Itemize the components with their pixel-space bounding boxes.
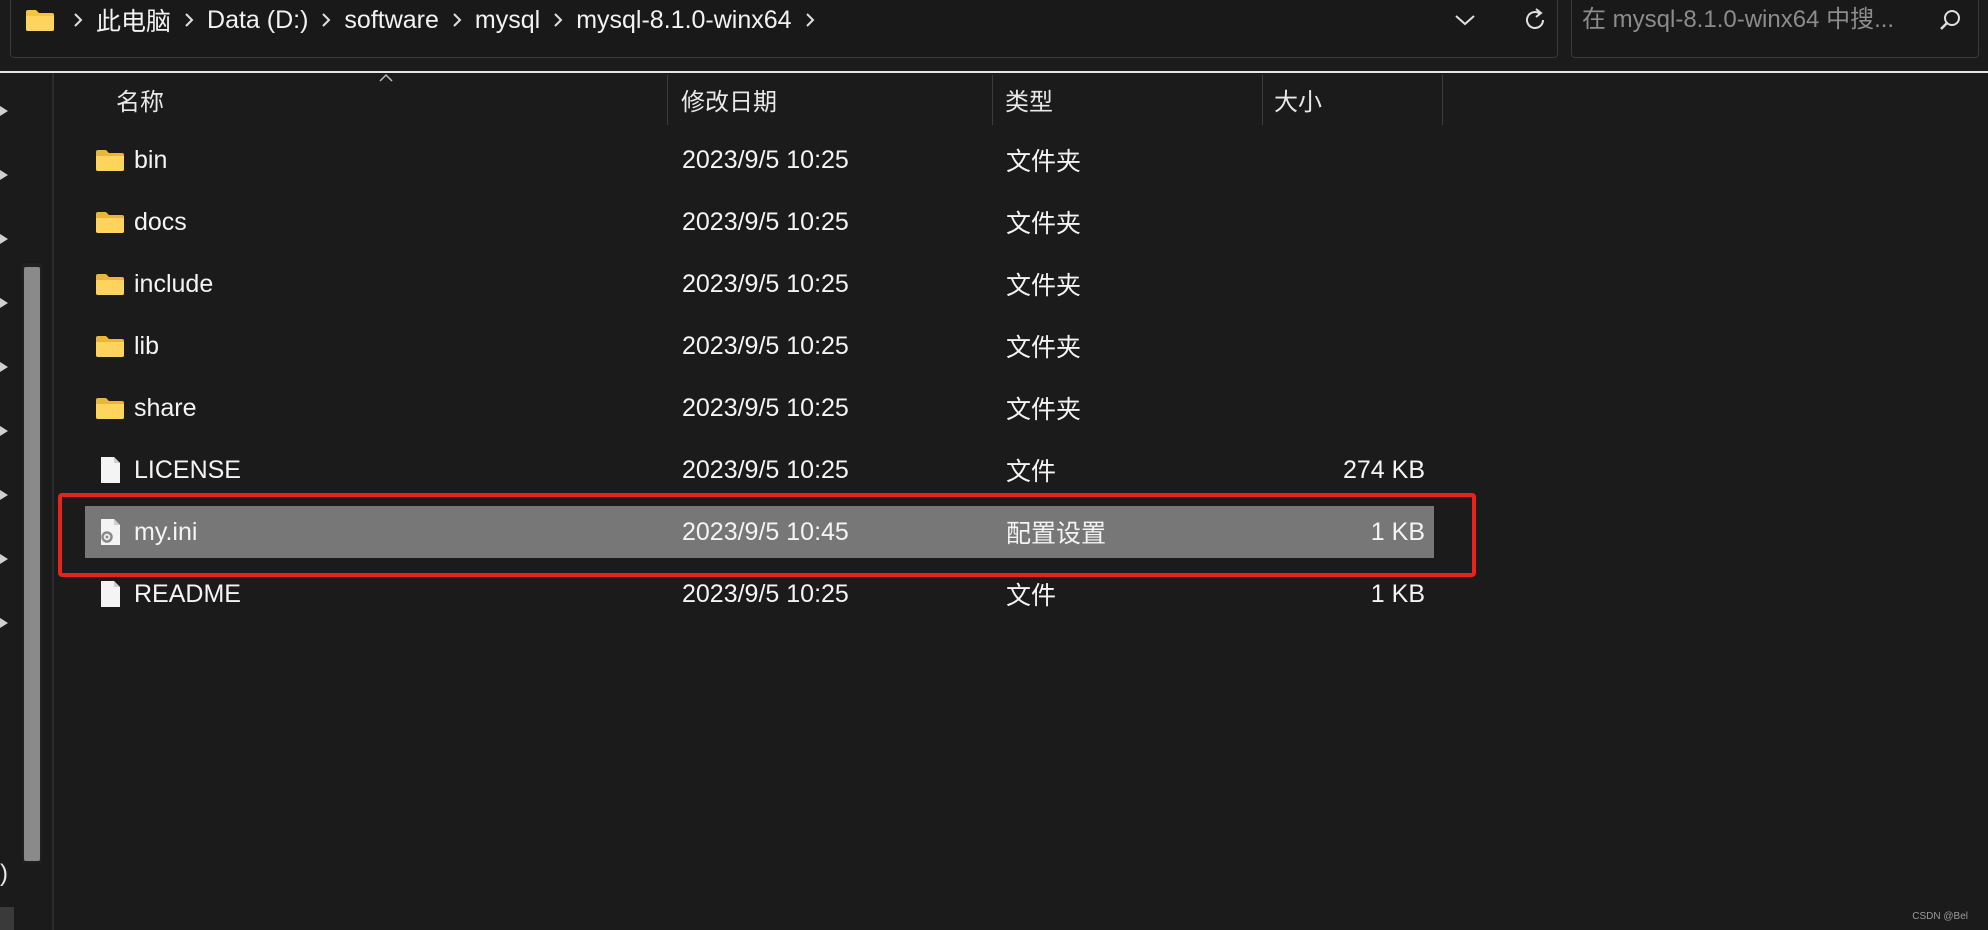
list-item[interactable]: docs 2023/9/5 10:25 文件夹 bbox=[85, 196, 1434, 248]
file-name: include bbox=[134, 269, 214, 298]
folder-icon bbox=[96, 274, 124, 295]
highlight-annotation-box bbox=[58, 493, 1476, 577]
breadcrumb-item-mysql[interactable]: mysql bbox=[470, 6, 545, 35]
column-header-name[interactable]: 名称 bbox=[116, 73, 716, 125]
address-bar[interactable]: 此电脑 Data (D:) software mysql mysql-8.1.0… bbox=[10, 0, 1558, 58]
chevron-down-icon bbox=[1455, 15, 1475, 26]
search-box[interactable] bbox=[1571, 0, 1979, 58]
file-modified: 2023/9/5 10:25 bbox=[682, 455, 849, 484]
nav-item-label[interactable]: ) bbox=[0, 860, 8, 888]
file-size bbox=[1265, 320, 1425, 372]
nav-expand-arrow-icon[interactable] bbox=[0, 103, 12, 119]
nav-expand-arrow-icon[interactable] bbox=[0, 167, 12, 183]
list-item[interactable]: include 2023/9/5 10:25 文件夹 bbox=[85, 258, 1434, 310]
nav-expand-arrow-icon[interactable] bbox=[0, 359, 12, 375]
refresh-button[interactable] bbox=[1511, 0, 1559, 40]
folder-icon bbox=[96, 398, 124, 419]
column-header-type[interactable]: 类型 bbox=[1005, 73, 1265, 125]
chevron-right-icon[interactable] bbox=[65, 4, 91, 36]
file-size bbox=[1265, 134, 1425, 186]
nav-expand-arrow-icon[interactable] bbox=[0, 615, 12, 631]
file-name: bin bbox=[134, 145, 168, 174]
address-history-button[interactable] bbox=[1441, 2, 1489, 38]
search-input[interactable] bbox=[1582, 2, 1922, 38]
chevron-right-icon[interactable] bbox=[444, 4, 470, 36]
file-name: LICENSE bbox=[134, 455, 241, 484]
breadcrumb-item-mysql-folder[interactable]: mysql-8.1.0-winx64 bbox=[571, 6, 796, 35]
column-header-modified[interactable]: 修改日期 bbox=[681, 73, 981, 125]
nav-expand-arrow-icon[interactable] bbox=[0, 551, 12, 567]
file-modified: 2023/9/5 10:25 bbox=[682, 331, 849, 360]
nav-expand-arrow-icon[interactable] bbox=[0, 423, 12, 439]
file-icon bbox=[101, 581, 120, 607]
chevron-right-icon[interactable] bbox=[797, 4, 823, 36]
file-type: 文件夹 bbox=[1006, 272, 1082, 300]
breadcrumb: 此电脑 Data (D:) software mysql mysql-8.1.0… bbox=[25, 4, 823, 36]
file-size bbox=[1265, 196, 1425, 248]
file-type: 文件 bbox=[1006, 458, 1057, 486]
file-name: share bbox=[134, 393, 197, 422]
watermark: CSDN @Bel bbox=[1912, 911, 1968, 922]
breadcrumb-item-software[interactable]: software bbox=[339, 6, 443, 35]
file-type: 文件夹 bbox=[1006, 148, 1082, 176]
file-explorer-window: 此电脑 Data (D:) software mysql mysql-8.1.0… bbox=[0, 0, 1988, 930]
column-header-size[interactable]: 大小 bbox=[1274, 73, 1444, 125]
navigation-pane: ) bbox=[0, 73, 52, 930]
chevron-right-icon[interactable] bbox=[313, 4, 339, 36]
file-modified: 2023/9/5 10:25 bbox=[682, 145, 849, 174]
folder-icon bbox=[96, 336, 124, 357]
file-type: 文件夹 bbox=[1006, 334, 1082, 362]
file-type: 文件夹 bbox=[1006, 210, 1082, 238]
column-headers: 名称 修改日期 类型 大小 bbox=[54, 73, 1454, 125]
search-icon[interactable] bbox=[1932, 2, 1968, 38]
file-name: lib bbox=[134, 331, 160, 360]
chevron-right-icon[interactable] bbox=[545, 4, 571, 36]
nav-expand-arrow-icon[interactable] bbox=[0, 231, 12, 247]
file-name: docs bbox=[134, 207, 187, 236]
folder-icon bbox=[96, 150, 124, 171]
toolbar: 此电脑 Data (D:) software mysql mysql-8.1.0… bbox=[0, 0, 1988, 73]
list-item[interactable]: LICENSE 2023/9/5 10:25 文件 274 KB bbox=[85, 444, 1434, 496]
list-item[interactable]: bin 2023/9/5 10:25 文件夹 bbox=[85, 134, 1434, 186]
file-modified: 2023/9/5 10:25 bbox=[682, 269, 849, 298]
chevron-right-icon[interactable] bbox=[176, 4, 202, 36]
folder-icon bbox=[96, 212, 124, 233]
column-divider[interactable] bbox=[992, 75, 993, 125]
file-type: 文件夹 bbox=[1006, 396, 1082, 424]
nav-item[interactable] bbox=[0, 907, 14, 930]
column-divider[interactable] bbox=[667, 75, 668, 125]
refresh-icon bbox=[1526, 8, 1544, 29]
nav-expand-arrow-icon[interactable] bbox=[0, 487, 12, 503]
scrollbar-thumb[interactable] bbox=[24, 267, 40, 861]
breadcrumb-item-this-pc[interactable]: 此电脑 bbox=[91, 2, 176, 38]
file-modified: 2023/9/5 10:25 bbox=[682, 393, 849, 422]
column-divider[interactable] bbox=[1262, 75, 1263, 125]
list-item[interactable]: lib 2023/9/5 10:25 文件夹 bbox=[85, 320, 1434, 372]
file-modified: 2023/9/5 10:25 bbox=[682, 207, 849, 236]
nav-expand-arrow-icon[interactable] bbox=[0, 295, 12, 311]
file-size bbox=[1265, 382, 1425, 434]
list-item[interactable]: share 2023/9/5 10:25 文件夹 bbox=[85, 382, 1434, 434]
folder-icon bbox=[26, 10, 54, 31]
file-size: 274 KB bbox=[1342, 455, 1425, 484]
pane-divider[interactable] bbox=[52, 73, 54, 930]
column-divider[interactable] bbox=[1442, 75, 1443, 125]
breadcrumb-item-data-drive[interactable]: Data (D:) bbox=[202, 6, 313, 35]
file-size bbox=[1265, 258, 1425, 310]
file-icon bbox=[101, 457, 120, 483]
